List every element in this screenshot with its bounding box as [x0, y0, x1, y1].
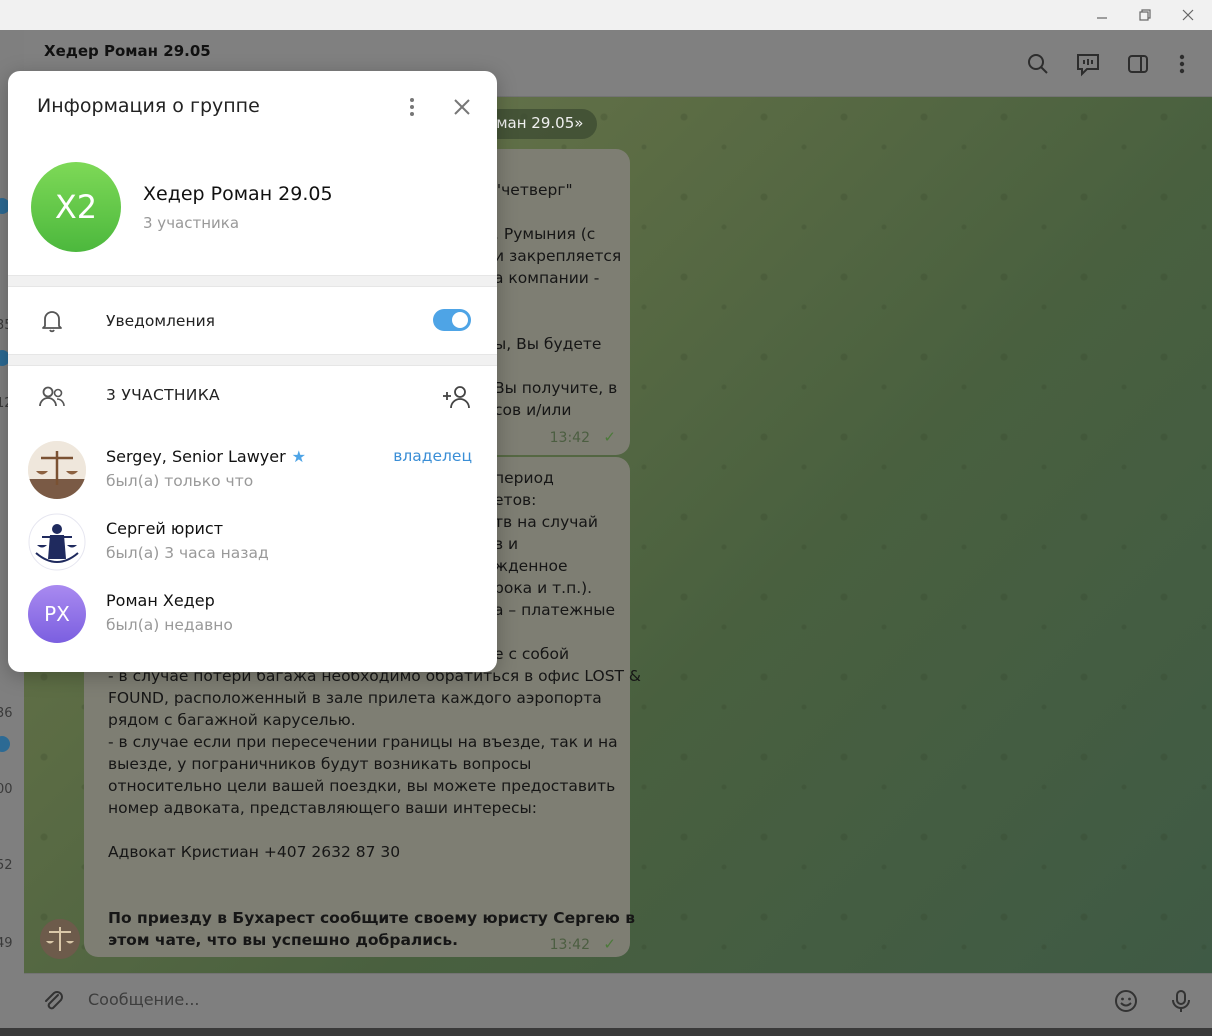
search-button[interactable]: [1024, 50, 1052, 78]
chat-title[interactable]: Хедер Роман 29.05: [44, 42, 211, 60]
dialog-title: Информация о группе: [37, 95, 260, 117]
paperclip-icon: [45, 991, 63, 1010]
member-name: Сергей юрист: [106, 519, 224, 538]
member-name: Роман Хедер: [106, 591, 215, 610]
members-icon: [38, 383, 66, 411]
message-time: 13:42: [549, 937, 590, 953]
minimize-icon: [1097, 17, 1107, 19]
dialog-close-button[interactable]: [448, 93, 476, 121]
message-time: 13:42: [549, 430, 590, 446]
more-options-button[interactable]: [1168, 50, 1196, 78]
chat-list-time: 52: [0, 858, 13, 873]
group-avatar[interactable]: Х2: [31, 162, 121, 252]
notifications-label: Уведомления: [106, 312, 215, 330]
verified-star-icon: ★: [291, 447, 307, 466]
add-member-button[interactable]: [442, 383, 470, 411]
bell-icon: [38, 306, 66, 334]
member-last-seen: был(а) 3 часа назад: [106, 544, 269, 562]
chat-bubble-icon: [1077, 54, 1099, 77]
message-composer: Сообщение...: [24, 973, 1212, 1028]
smiley-icon: [1115, 990, 1137, 1012]
microphone-icon: [1172, 990, 1190, 1012]
lady-justice-icon: [28, 513, 86, 571]
vertical-dots-icon: [410, 98, 414, 116]
scales-of-justice-icon: [40, 919, 80, 959]
group-name: Хедер Роман 29.05: [143, 183, 333, 205]
group-info-dialog: Информация о группе Х2 Хедер Роман 29.05…: [8, 71, 497, 672]
notifications-toggle[interactable]: [433, 309, 471, 331]
emoji-button[interactable]: [1111, 986, 1141, 1016]
toggle-sidebar-button[interactable]: [1124, 50, 1152, 78]
member-role-badge: владелец: [393, 447, 472, 465]
section-divider: [8, 354, 497, 366]
unread-badge: [0, 736, 10, 752]
dialog-menu-button[interactable]: [398, 93, 426, 121]
group-member-count: 3 участника: [143, 214, 240, 232]
search-icon: [1028, 54, 1048, 74]
chat-list-time: 49: [0, 936, 13, 951]
member-avatar: РХ: [28, 585, 86, 643]
vertical-dots-icon: [1179, 54, 1185, 74]
section-divider: [8, 275, 497, 287]
maximize-button[interactable]: [1125, 0, 1165, 30]
message-text: период етов: тв на случай в и жденное ро…: [494, 469, 616, 663]
message-text: необходимые вам медицинские препараты; -…: [108, 645, 642, 861]
taskbar-edge: [0, 1028, 1212, 1036]
chat-list-time: 36: [0, 706, 13, 721]
message-input[interactable]: Сообщение...: [88, 990, 200, 1009]
member-avatar: [28, 513, 86, 571]
members-header: 3 УЧАСТНИКА: [106, 386, 220, 404]
read-check-icon: ✓: [603, 935, 616, 953]
sidebar-panel-icon: [1128, 55, 1148, 73]
member-row[interactable]: Sergey, Senior Lawyer ★ был(а) только что…: [8, 441, 497, 513]
restore-icon: [1139, 9, 1151, 21]
close-icon: [1182, 9, 1194, 21]
member-last-seen: был(а) только что: [106, 472, 254, 490]
message-text: "четверг" . Румыния (с и закрепляется а …: [494, 181, 622, 419]
read-check-icon: ✓: [603, 428, 616, 446]
member-avatar: [28, 441, 86, 499]
attach-button[interactable]: [38, 986, 68, 1016]
scales-of-justice-icon: [28, 441, 86, 499]
chat-list-time: 00: [0, 782, 13, 797]
member-row[interactable]: Сергей юрист был(а) 3 часа назад: [8, 513, 497, 585]
member-name: Sergey, Senior Lawyer ★: [106, 447, 306, 466]
close-window-button[interactable]: [1168, 0, 1208, 30]
member-last-seen: был(а) недавно: [106, 616, 233, 634]
member-row[interactable]: РХ Роман Хедер был(а) недавно: [8, 585, 497, 657]
live-stream-button[interactable]: [1074, 50, 1102, 78]
window-titlebar: [0, 0, 1212, 30]
voice-message-button[interactable]: [1166, 986, 1196, 1016]
add-user-icon: [443, 386, 470, 409]
minimize-button[interactable]: [1082, 0, 1122, 30]
toggle-knob: [452, 312, 468, 328]
member-name-text: Sergey, Senior Lawyer: [106, 447, 286, 466]
close-icon: [454, 99, 470, 115]
sender-avatar[interactable]: [40, 919, 80, 959]
